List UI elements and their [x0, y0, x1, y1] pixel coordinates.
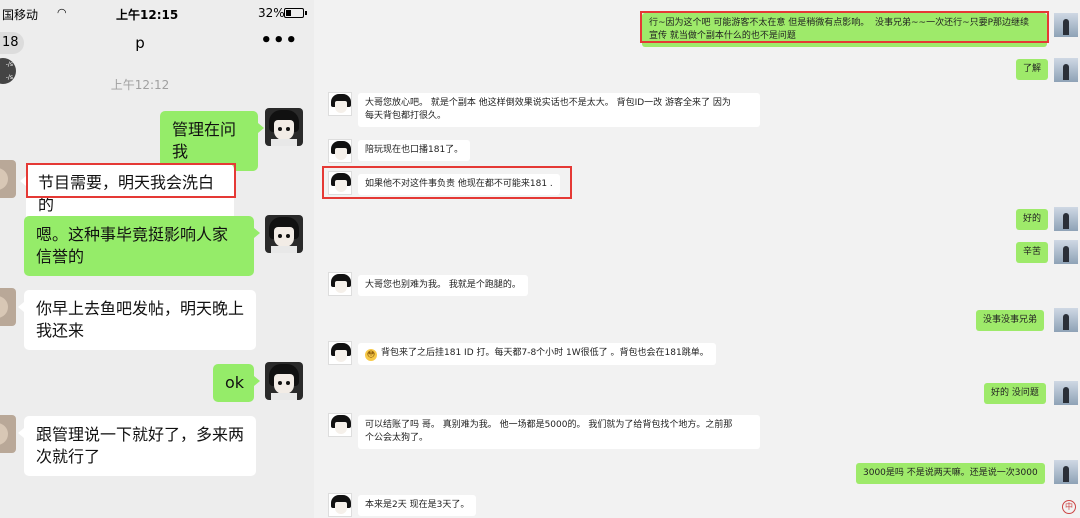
message-bubble-received[interactable]: 😳 背包来了之后挂181 ID 打。每天都7-8个小时 1W很低了 。背包也会在1…: [358, 343, 716, 365]
battery-percent: 32%: [258, 6, 285, 20]
user-avatar[interactable]: [1054, 207, 1078, 231]
highlight-box: [640, 11, 1049, 43]
wifi-icon: ◠: [57, 6, 67, 19]
user-avatar[interactable]: [1054, 460, 1078, 484]
message-text: 了解: [1023, 64, 1042, 74]
message-text: 背包来了之后挂181 ID 打。每天都7-8个小时 1W很低了 。背包也会在18…: [381, 348, 709, 358]
message-text: 你早上去鱼吧发帖，明天晚上我还来: [36, 299, 245, 340]
message-bubble-sent[interactable]: 嗯。这种事毕竟挺影响人家信誉的: [24, 216, 260, 276]
message-bubble-sent[interactable]: 了解: [1016, 59, 1049, 80]
contact-avatar[interactable]: [328, 139, 352, 163]
message-text: 大哥您放心吧。 就是个副本 他这样倒效果说实话也不是太大。 背包ID一改 游客全…: [365, 98, 731, 121]
contact-avatar[interactable]: [328, 92, 352, 116]
message-text: 辛苦: [1023, 247, 1042, 257]
carrier-label: 国移动: [2, 8, 39, 22]
message-text: 大哥您也别难为我。 我就是个跑腿的。: [365, 280, 521, 290]
status-time: 上午12:15: [116, 8, 179, 22]
battery-fill: [286, 10, 292, 16]
input-method-icon[interactable]: 中: [1062, 500, 1076, 514]
message-bubble-sent[interactable]: 没事没事兄弟: [976, 310, 1045, 331]
message-text: 好的 没问题: [991, 388, 1039, 398]
contact-avatar[interactable]: [0, 415, 16, 453]
message-text: 本来是2天 现在是3天了。: [365, 500, 470, 510]
message-text: 3000是吗 不是说两天嘛。还是说一次3000: [863, 468, 1038, 478]
message-bubble-received[interactable]: 本来是2天 现在是3天了。: [358, 495, 477, 516]
contact-avatar[interactable]: [328, 341, 352, 365]
message-text: 嗯。这种事毕竟挺影响人家信誉的: [36, 225, 229, 266]
user-avatar[interactable]: [265, 215, 303, 253]
message-text: 跟管理说一下就好了，多来两次就行了: [36, 425, 245, 466]
highlight-box: [26, 163, 236, 198]
message-bubble-sent[interactable]: ok: [213, 364, 260, 402]
message-text: 没事没事兄弟: [983, 315, 1038, 325]
user-avatar[interactable]: [1054, 58, 1078, 82]
message-bubble-sent[interactable]: 好的 没问题: [984, 383, 1046, 404]
user-avatar[interactable]: [1054, 240, 1078, 264]
flushed-face-icon: 😳: [365, 349, 377, 361]
message-bubble-sent[interactable]: 管理在问我: [160, 111, 264, 171]
message-bubble-received[interactable]: 可以结账了吗 哥。 真别难为我。 他一场都是5000的。 我们就为了给背包找个地…: [358, 415, 760, 449]
message-bubble-received[interactable]: 大哥您放心吧。 就是个副本 他这样倒效果说实话也不是太大。 背包ID一改 游客全…: [358, 93, 760, 127]
user-avatar[interactable]: [1054, 381, 1078, 405]
message-text: 管理在问我: [172, 120, 237, 161]
contact-avatar[interactable]: [0, 288, 16, 326]
message-timestamp: 上午12:12: [110, 78, 170, 92]
more-icon[interactable]: •••: [260, 30, 298, 51]
phone-chat-panel: 国移动 ◠ 上午12:15 32% 18 p ••• -/s -/s 上午12:…: [0, 0, 314, 518]
message-bubble-received[interactable]: 你早上去鱼吧发帖，明天晚上我还来: [18, 290, 256, 350]
message-bubble-received[interactable]: 跟管理说一下就好了，多来两次就行了: [18, 416, 256, 476]
message-text: ok: [225, 373, 245, 392]
chat-title: p: [135, 34, 145, 52]
status-bar: 国移动 ◠ 上午12:15 32%: [0, 0, 314, 26]
contact-avatar[interactable]: [328, 413, 352, 437]
message-bubble-received[interactable]: 陪玩现在也口播181了。: [358, 140, 471, 161]
battery-icon: [284, 8, 307, 18]
message-bubble-sent[interactable]: 辛苦: [1016, 242, 1049, 263]
contact-avatar[interactable]: [0, 160, 16, 198]
user-avatar[interactable]: [265, 108, 303, 146]
contact-avatar[interactable]: [328, 493, 352, 517]
user-avatar[interactable]: [265, 362, 303, 400]
user-avatar[interactable]: [1054, 13, 1078, 37]
desktop-chat-panel: 行~因为这个吧 可能游客不太在意 但是稍微有点影响。 没事兄弟~~一次还行~只要…: [314, 0, 1080, 518]
message-bubble-sent[interactable]: 3000是吗 不是说两天嘛。还是说一次3000: [856, 463, 1045, 484]
message-bubble-sent[interactable]: 好的: [1016, 209, 1049, 230]
highlight-box: [322, 166, 572, 199]
message-bubble-received[interactable]: 大哥您也别难为我。 我就是个跑腿的。: [358, 275, 528, 296]
chat-nav-bar: 18 p •••: [0, 26, 314, 62]
contact-avatar[interactable]: [328, 272, 352, 296]
user-avatar[interactable]: [1054, 308, 1078, 332]
message-text: 陪玩现在也口播181了。: [365, 145, 464, 155]
message-text: 好的: [1023, 214, 1042, 224]
message-text: 可以结账了吗 哥。 真别难为我。 他一场都是5000的。 我们就为了给背包找个地…: [365, 420, 733, 443]
